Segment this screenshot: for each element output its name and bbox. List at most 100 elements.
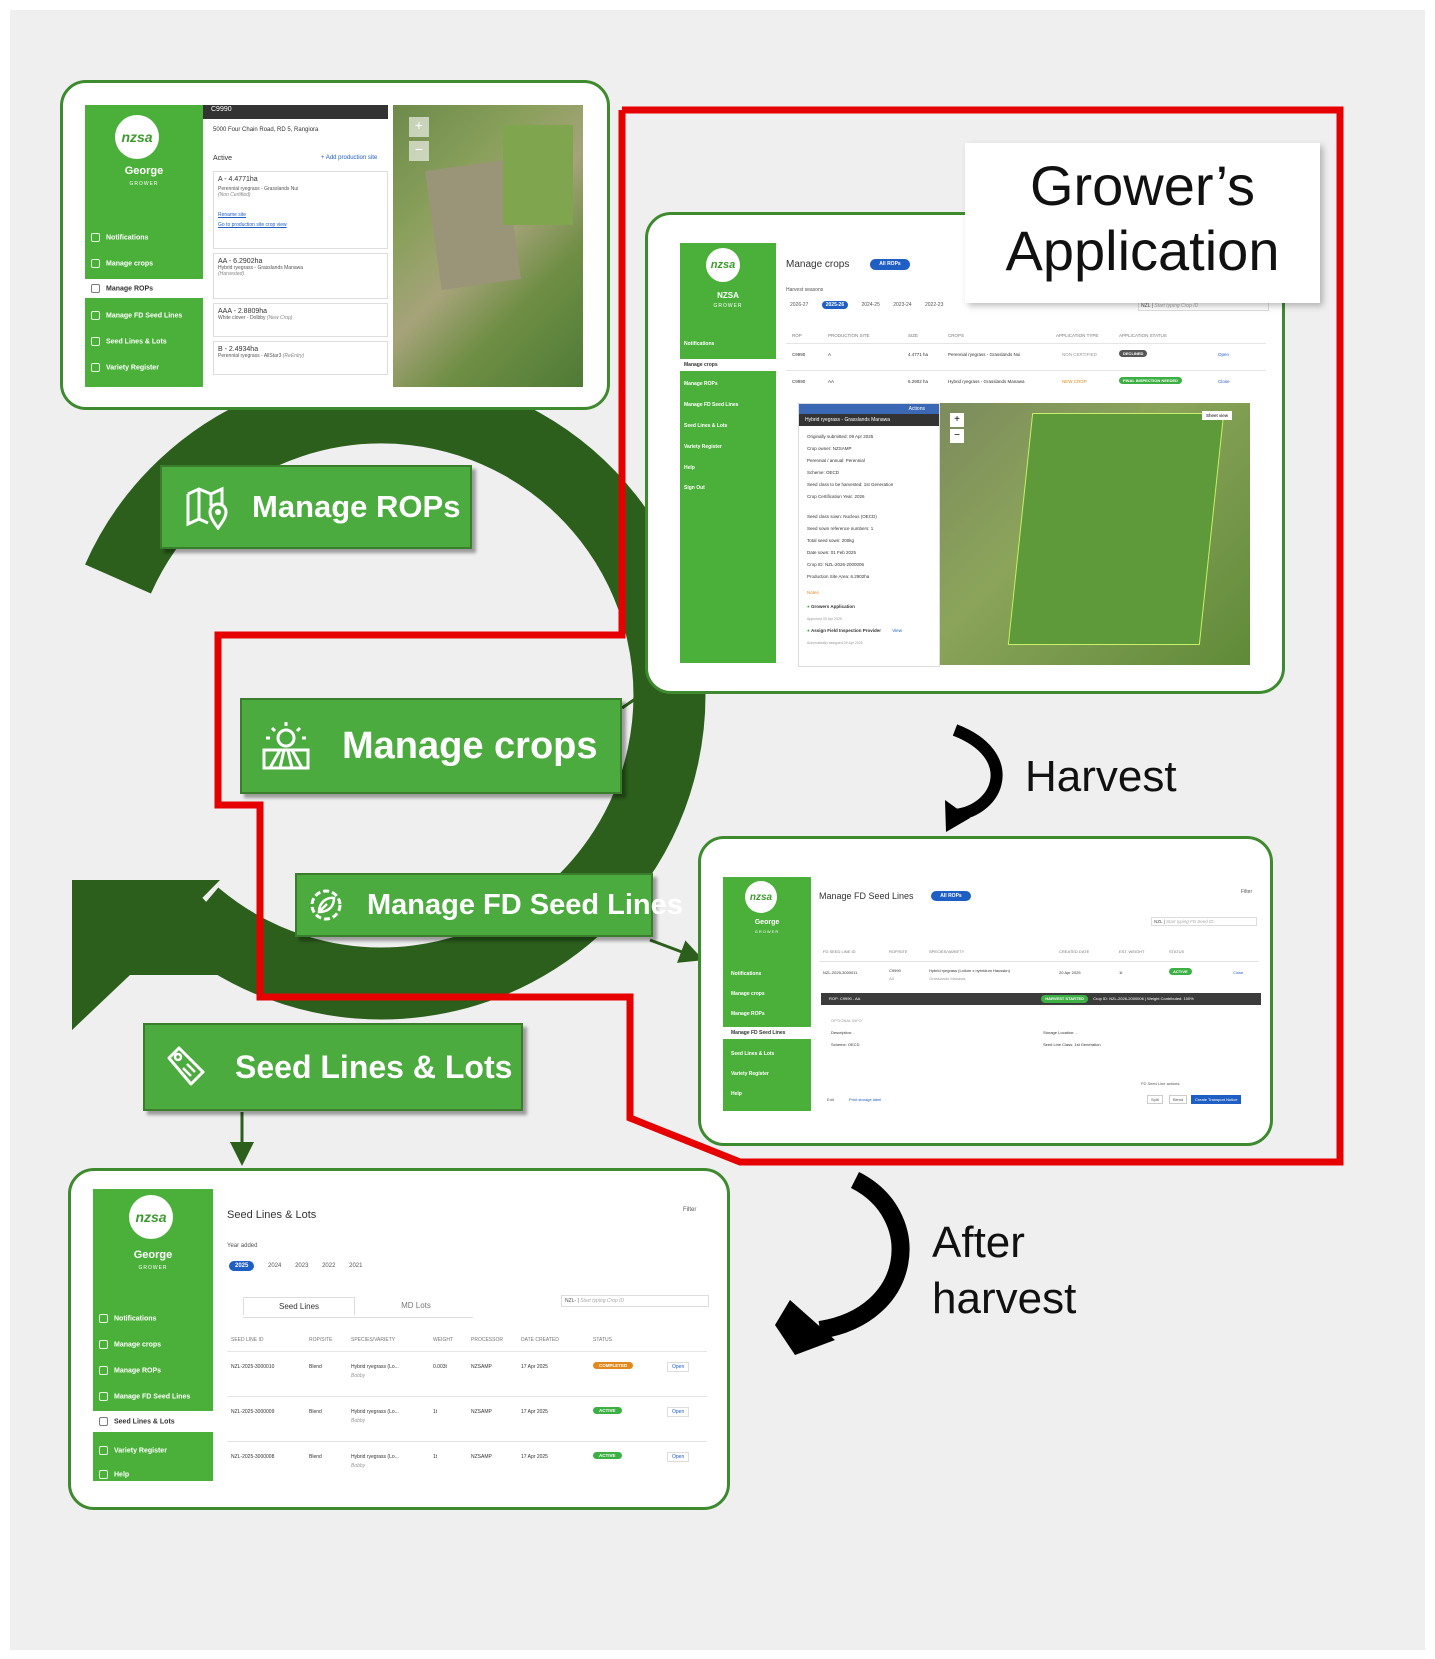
edit-button[interactable]: Edit [827, 1097, 834, 1102]
grower-role: GROWER [129, 181, 159, 187]
satellite-map[interactable]: + − [393, 105, 583, 387]
split-button[interactable]: Split [1147, 1095, 1163, 1104]
lots-table-header: SEED LINE ID ROP/SITE SPECIES/VARIETY WE… [227, 1337, 707, 1351]
fd-title: Manage FD Seed Lines [819, 891, 914, 901]
season-tab[interactable]: 2024-25 [862, 302, 880, 308]
crop-satellite-map[interactable]: Sheet view + − [940, 403, 1250, 665]
season-tab[interactable]: 2026-27 [790, 302, 808, 308]
close-button[interactable]: Close [1233, 970, 1243, 975]
nav-manage-crops[interactable]: Manage crops [93, 1337, 213, 1352]
zoom-in-icon[interactable]: + [409, 117, 429, 137]
table-row[interactable]: NZL-2025-3000010 Blend Hybrid ryegrass (… [227, 1351, 707, 1396]
open-button[interactable]: Open [667, 1407, 690, 1417]
year-tab[interactable]: 2021 [349, 1263, 362, 1269]
go-to-site-link[interactable]: Go to production site crop view [218, 222, 383, 228]
nav-seed-lines-lots[interactable]: Seed Lines & Lots [85, 334, 203, 349]
nav-label: Notifications [684, 341, 715, 347]
open-button[interactable]: Open [667, 1452, 690, 1462]
fd-table: FD SEED LINE ID ROP/SITE SPECIES/VARIETY… [819, 949, 1259, 990]
nav-seed-lines-lots[interactable]: Seed Lines & Lots [93, 1411, 213, 1432]
caption-line: Grower’s [1029, 154, 1256, 217]
nav-notifications[interactable]: Notifications [680, 339, 776, 349]
lots-search[interactable]: NZL- | Start typing Crop ID [561, 1295, 709, 1307]
view-button[interactable]: View [892, 628, 902, 633]
table-row[interactable]: NZL-2025-3000009 Blend Hybrid ryegrass (… [227, 1396, 707, 1441]
sheet-view-button[interactable]: Sheet view [1202, 411, 1233, 420]
year-tab[interactable]: 2023 [295, 1263, 308, 1269]
nav-help[interactable]: Help [723, 1089, 811, 1099]
create-transport-notice-button[interactable]: Create Transport Notice [1191, 1095, 1242, 1104]
year-tab[interactable]: 2024 [268, 1263, 281, 1269]
open-button[interactable]: Open [667, 1362, 690, 1372]
nav-manage-fd-seed-lines[interactable]: Manage FD Seed Lines [85, 308, 203, 323]
rops-active-heading: Active [213, 155, 233, 162]
nav-manage-rops[interactable]: Manage ROPs [723, 1009, 811, 1019]
harvest-caption: Harvest [1025, 752, 1177, 801]
add-production-site-link[interactable]: + Add production site [321, 155, 377, 161]
nav-seed-lines-lots[interactable]: Seed Lines & Lots [680, 421, 776, 431]
year-tab-selected[interactable]: 2025 [229, 1261, 255, 1271]
nav-manage-rops[interactable]: Manage ROPs [680, 379, 776, 389]
zoom-in-icon[interactable]: + [950, 413, 964, 427]
actions-bar[interactable]: Actions [799, 404, 939, 414]
nav-label: Manage crops [114, 1341, 162, 1349]
nav-variety-register[interactable]: Variety Register [723, 1069, 811, 1079]
zoom-out-icon[interactable]: − [950, 429, 964, 443]
table-row[interactable]: NZL-2025-3000011 C9990 AA Hybrid ryegras… [819, 961, 1259, 990]
filter-button[interactable]: Filter [683, 1207, 696, 1213]
site-item[interactable]: A - 4.4771ha Perennial ryegrass - Grassl… [213, 171, 388, 249]
nav-manage-rops[interactable]: Manage ROPs [93, 1363, 213, 1378]
cell-crop: Perennial ryegrass - Grasslands Nui [948, 352, 1021, 357]
open-button[interactable]: Open [1218, 352, 1229, 357]
blend-button[interactable]: Blend [1169, 1095, 1188, 1104]
tag-icon [99, 1417, 108, 1426]
season-tab[interactable]: 2023-24 [893, 302, 911, 308]
site-item[interactable]: AAA - 2.8809ha White clover - Dolbby (Ne… [213, 303, 388, 337]
season-tab-selected[interactable]: 2025-26 [821, 301, 849, 309]
print-label-button[interactable]: Print storage label [849, 1097, 881, 1102]
close-button[interactable]: Close [1218, 379, 1230, 384]
nav-manage-crops[interactable]: Manage crops [85, 256, 203, 271]
all-rops-pill[interactable]: All ROPs [931, 891, 971, 901]
table-row[interactable]: C9990 AA 6.2902 ha Hybrid ryegrass - Gra… [786, 370, 1266, 397]
nav-notifications[interactable]: Notifications [723, 969, 811, 979]
tab-seed-lines[interactable]: Seed Lines [243, 1297, 355, 1315]
site-item[interactable]: B - 2.4934ha Perennial ryegrass - AllSta… [213, 341, 388, 375]
site-code: C9990 [211, 106, 232, 113]
fd-search[interactable]: NZL | Start typing FD Seed ID [1151, 917, 1257, 926]
all-rops-pill[interactable]: All ROPs [870, 259, 910, 270]
nav-manage-crops[interactable]: Manage crops [723, 989, 811, 999]
nav-variety-register[interactable]: Variety Register [93, 1443, 213, 1458]
nav-manage-fd-seed-lines[interactable]: Manage FD Seed Lines [93, 1389, 213, 1404]
table-row[interactable]: C9990 A 4.4771 ha Perennial ryegrass - G… [786, 343, 1266, 370]
map-icon [91, 284, 100, 293]
nav-help[interactable]: Help [93, 1467, 213, 1482]
tab-md-lots[interactable]: MD Lots [361, 1301, 471, 1310]
cell-variety-sub: Bobby [351, 1418, 366, 1424]
nav-manage-fd-seed-lines[interactable]: Manage FD Seed Lines [723, 1027, 811, 1039]
filter-button[interactable]: Filter [1241, 889, 1252, 895]
cell-weight: 1t [433, 1409, 438, 1415]
notes-button[interactable]: Notes [807, 587, 931, 599]
year-tab[interactable]: 2022 [322, 1263, 335, 1269]
nav-manage-rops[interactable]: Manage ROPs [85, 279, 203, 298]
bell-icon [91, 233, 100, 242]
crop-icon [91, 259, 100, 268]
zoom-out-icon[interactable]: − [409, 141, 429, 161]
nav-help[interactable]: Help [680, 463, 776, 473]
nav-sign-out[interactable]: Sign Out [680, 483, 776, 493]
nav-variety-register[interactable]: Variety Register [85, 360, 203, 375]
nav-variety-register[interactable]: Variety Register [680, 442, 776, 452]
site-name: A - 4.4771ha [218, 176, 258, 183]
nav-manage-crops[interactable]: Manage crops [680, 359, 776, 371]
nav-notifications[interactable]: Notifications [93, 1311, 213, 1326]
nav-seed-lines-lots[interactable]: Seed Lines & Lots [723, 1049, 811, 1059]
nav-manage-fd-seed-lines[interactable]: Manage FD Seed Lines [680, 400, 776, 410]
site-item[interactable]: AA - 6.2902ha Hybrid ryegrass - Grasslan… [213, 253, 388, 299]
nav-notifications[interactable]: Notifications [85, 230, 203, 245]
fd-optional-info: OPTIONAL INFO Description: - Scheme: OEC… [831, 1015, 1251, 1051]
col-header: STATUS [593, 1337, 612, 1343]
table-row[interactable]: NZL-2025-3000008 Blend Hybrid ryegrass (… [227, 1441, 707, 1486]
season-tab[interactable]: 2022-23 [925, 302, 943, 308]
rename-site-link[interactable]: Rename site [218, 212, 383, 218]
